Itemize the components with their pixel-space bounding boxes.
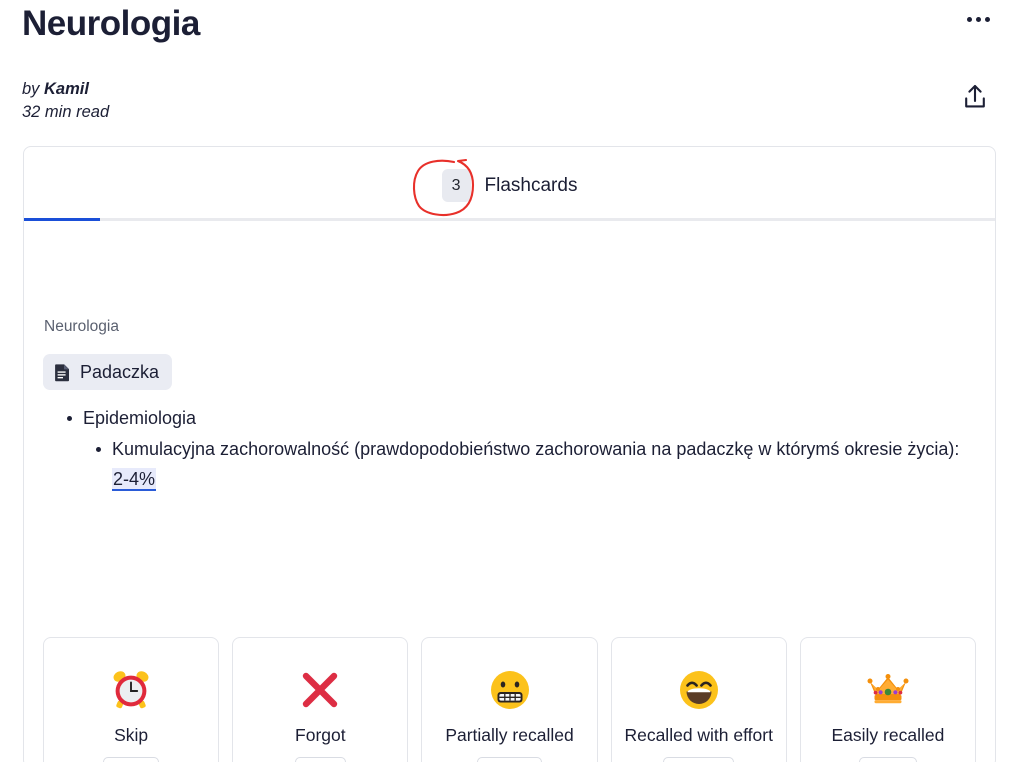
grimacing-face-emoji [488, 667, 532, 713]
byline: by Kamil [22, 78, 89, 101]
tab-label-flashcards: Flashcards [484, 174, 578, 196]
bullet-epidemiologia: Epidemiologia [54, 404, 965, 432]
tab-flashcards[interactable]: 3 Flashcards [24, 169, 995, 202]
rating-label: Skip [114, 725, 149, 745]
red-cross-emoji [298, 667, 342, 713]
rating-card-easily-recalled[interactable]: Easily recalled 4 days [799, 637, 977, 762]
rating-interval: 30 mins [476, 757, 543, 762]
bullet-incidence: Kumulacyjna zachorowalność (prawdopodobi… [83, 434, 963, 494]
flashcard-content: Epidemiologia Kumulacyjna zachorowalność… [54, 404, 965, 494]
flashcard-body: Neurologia Padaczka Epidemiologia Kumula… [24, 222, 995, 762]
read-time: 32 min read [22, 103, 110, 121]
grinning-squinting-face-emoji [677, 667, 721, 713]
more-options-button[interactable] [960, 4, 996, 34]
share-upload-icon [965, 84, 985, 108]
rating-card-forgot[interactable]: Forgot 1 min [232, 637, 409, 762]
share-button[interactable] [958, 80, 992, 114]
alarm-clock-emoji [109, 667, 153, 713]
byline-prefix: by [22, 80, 45, 98]
rating-interval: 24 hours [663, 757, 734, 762]
rating-card-skip[interactable]: Skip 1 hour [43, 637, 220, 762]
flashcard-count-badge: 3 [441, 169, 471, 202]
flashcard-panel: 3 Flashcards Neurologia Padaczka Epidemi… [23, 146, 996, 762]
rating-label: Partially recalled [445, 725, 574, 745]
tab-active-indicator [24, 218, 100, 221]
cloze-answer[interactable]: 2-4% [112, 468, 157, 491]
chip-label: Padaczka [80, 361, 160, 382]
rating-label: Recalled with effort [624, 725, 773, 745]
ellipsis-icon [975, 16, 981, 22]
crown-emoji [866, 667, 910, 713]
rating-interval: 1 hour [102, 757, 160, 762]
rating-label: Easily recalled [831, 725, 945, 745]
rating-card-partially-recalled[interactable]: Partially recalled 30 mins [421, 637, 598, 762]
page-title: Neurologia [22, 4, 200, 43]
author-name: Kamil [44, 80, 89, 98]
rating-label: Forgot [295, 725, 346, 745]
rating-buttons: Skip 1 hour Forgot 1 min [43, 637, 977, 762]
rating-card-recalled-with-effort[interactable]: Recalled with effort 24 hours [610, 637, 787, 762]
tab-bar: 3 Flashcards [24, 147, 995, 221]
flashcard-review-page: Neurologia by Kamil 32 min read 3 Flashc… [0, 0, 1024, 762]
document-chip-padaczka[interactable]: Padaczka [43, 354, 173, 390]
bullet-text: Kumulacyjna zachorowalność (prawdopodobi… [112, 439, 960, 459]
ellipsis-icon [966, 16, 972, 22]
tab-divider [24, 218, 995, 221]
rating-interval: 1 min [294, 757, 346, 762]
document-icon [55, 363, 69, 381]
rating-interval: 4 days [859, 757, 917, 762]
breadcrumb: Neurologia [44, 318, 119, 335]
ellipsis-icon [984, 16, 990, 22]
